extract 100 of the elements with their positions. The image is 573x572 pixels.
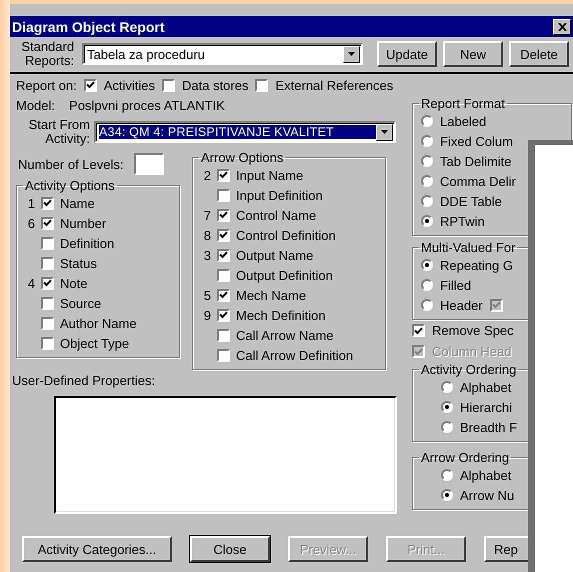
option-label: Output Definition: [236, 268, 333, 282]
radio-button[interactable]: [441, 381, 453, 393]
checkbox[interactable]: [41, 316, 54, 330]
option-label: Arrow Nu: [460, 488, 514, 502]
dropdown-button[interactable]: [376, 124, 393, 140]
check-icon: [43, 199, 52, 207]
checkbox[interactable]: [255, 78, 268, 92]
option-label: Column Head: [432, 344, 512, 359]
dialog-button[interactable]: Close: [190, 536, 270, 562]
check-icon: [414, 348, 423, 356]
toolbar-button[interactable]: New: [443, 41, 503, 67]
model-name: Poslpvni proces ATLANTIK: [69, 98, 225, 112]
check-icon: [219, 311, 228, 319]
close-button[interactable]: [553, 18, 571, 34]
option-label: Remove Spec: [432, 323, 514, 338]
option-label: Alphabet: [460, 468, 512, 482]
check-icon: [219, 251, 228, 259]
radio-button[interactable]: [441, 489, 453, 501]
option-label: Fixed Colum: [440, 134, 513, 148]
checkbox[interactable]: [41, 276, 54, 290]
radio-button[interactable]: [421, 279, 433, 291]
checkbox[interactable]: [217, 208, 230, 222]
checkbox[interactable]: [41, 216, 54, 230]
option-label: Mech Definition: [236, 308, 326, 322]
dialog-button[interactable]: Activity Categories...: [22, 536, 172, 562]
checkbox[interactable]: [412, 324, 425, 337]
radio-button[interactable]: [421, 215, 433, 227]
option-label: Header: [440, 298, 483, 312]
option-label: Labeled: [440, 114, 486, 128]
dropdown-button[interactable]: [343, 46, 360, 62]
check-icon: [492, 301, 501, 309]
checkbox[interactable]: [217, 348, 230, 362]
check-icon: [219, 171, 228, 179]
check-icon: [43, 279, 52, 287]
checkbox[interactable]: [217, 288, 230, 302]
field-label: Standard Reports:: [20, 40, 74, 68]
option-label: Name: [60, 196, 95, 210]
option-label: Definition: [60, 236, 114, 250]
option-label: External References: [275, 78, 394, 92]
radio-button[interactable]: [421, 115, 433, 127]
checkbox[interactable]: [217, 248, 230, 262]
checkbox[interactable]: [217, 328, 230, 342]
checkbox[interactable]: [217, 168, 230, 182]
checkbox[interactable]: [217, 188, 230, 202]
option-label: Note: [60, 276, 88, 290]
radio-button[interactable]: [421, 155, 433, 167]
levels-input[interactable]: [134, 153, 164, 175]
order-number: 6: [26, 216, 35, 230]
checkbox[interactable]: [84, 78, 97, 92]
checkbox[interactable]: [217, 228, 230, 242]
option-label: Comma Delir: [440, 174, 516, 188]
group-title: Arrow Ordering: [420, 450, 510, 465]
option-label: Tab Delimite: [440, 154, 512, 168]
radio-button[interactable]: [421, 135, 433, 147]
checkbox[interactable]: [41, 236, 54, 250]
close-icon: [558, 22, 566, 30]
option-label: Repeating G: [440, 258, 513, 272]
properties-field[interactable]: [54, 396, 397, 514]
option-label: Number: [60, 216, 106, 230]
dropdown-value: Tabela za proceduru: [87, 46, 206, 62]
option-label: Data stores: [182, 78, 248, 92]
checkbox[interactable]: [217, 308, 230, 322]
radio-button[interactable]: [441, 401, 453, 413]
order-number: 2: [202, 168, 211, 182]
caret-icon: [381, 130, 388, 134]
option-label: RPTwin: [440, 214, 485, 228]
checkbox[interactable]: [41, 256, 54, 270]
option-label: Alphabet: [460, 380, 512, 394]
check-icon: [219, 291, 228, 299]
radio-button[interactable]: [421, 299, 433, 311]
option-label: Control Name: [236, 208, 316, 222]
order-number: 8: [202, 228, 211, 242]
option-label: Mech Name: [236, 288, 306, 302]
dropdown-value: A34: QM 4: PREISPITIVANJE KVALITET: [99, 125, 376, 139]
radio-button[interactable]: [441, 469, 453, 481]
radio-button[interactable]: [421, 195, 433, 207]
checkbox[interactable]: [41, 336, 54, 350]
radio-button[interactable]: [441, 421, 453, 433]
group-title: Multi-Valued For: [420, 240, 516, 255]
checkbox[interactable]: [41, 296, 54, 310]
radio-button[interactable]: [421, 259, 433, 271]
caret-icon: [348, 52, 355, 56]
order-number: 7: [202, 208, 211, 222]
field-label: Model:: [16, 98, 56, 112]
order-number: 3: [202, 248, 211, 262]
checkbox[interactable]: [41, 196, 54, 210]
toolbar-button[interactable]: Delete: [509, 41, 569, 67]
option-label: DDE Table: [440, 194, 502, 208]
group-title: Activity Ordering: [420, 362, 518, 377]
checkbox[interactable]: [217, 268, 230, 282]
option-label: Filled: [440, 278, 472, 292]
checkbox[interactable]: [162, 78, 175, 92]
option-label: Breadth F: [460, 420, 518, 434]
toolbar-button[interactable]: Update: [377, 41, 437, 67]
option-label: Control Definition: [236, 228, 336, 242]
radio-button[interactable]: [421, 175, 433, 187]
field-label: User-Defined Properties:: [12, 372, 156, 388]
standard-reports-dropdown[interactable]: Tabela za proceduru: [82, 43, 363, 65]
start-activity-dropdown[interactable]: A34: QM 4: PREISPITIVANJE KVALITET: [94, 121, 396, 143]
field-label: Report on:: [16, 78, 77, 92]
